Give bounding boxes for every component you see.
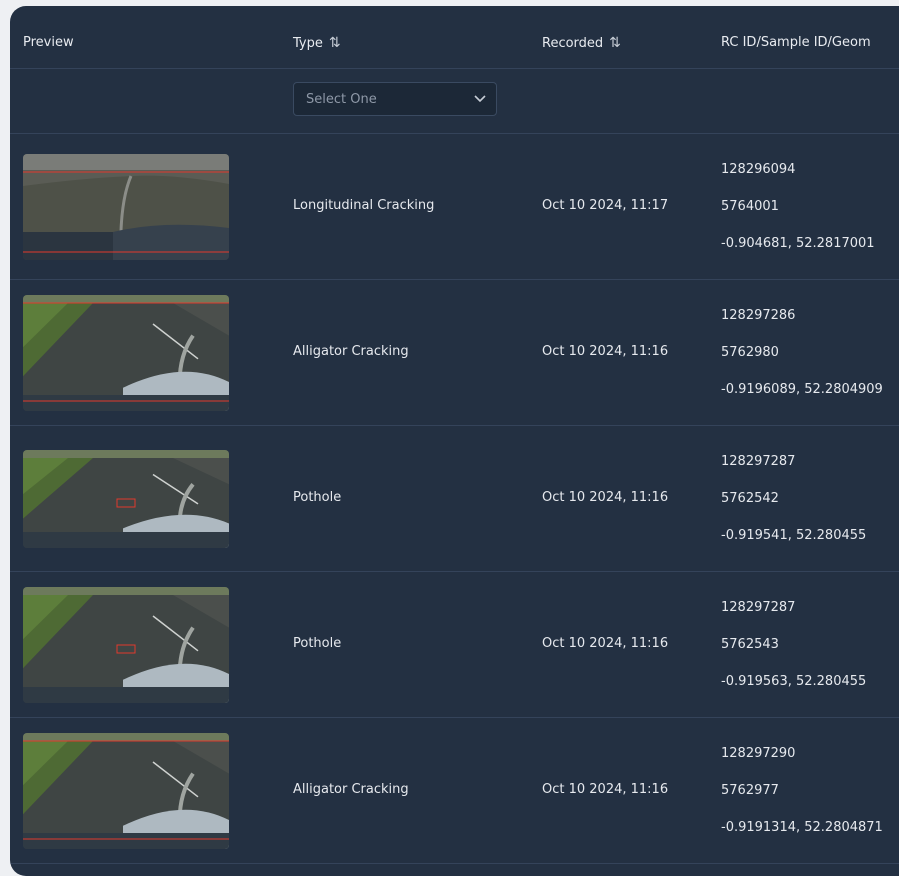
sample-id: 5762542 bbox=[721, 491, 779, 506]
sample-id: 5764001 bbox=[721, 199, 779, 214]
preview-thumbnail[interactable] bbox=[23, 295, 229, 411]
rc-id: 128297290 bbox=[721, 746, 796, 761]
table-row[interactable]: Longitudinal Cracking Oct 10 2024, 11:17 1… bbox=[10, 134, 899, 280]
sample-id: 5762977 bbox=[721, 783, 779, 798]
geom: -0.919563, 52.280455 bbox=[721, 674, 867, 689]
detections-table: Preview Type ⇅ Recorded ⇅ RC ID/Sample ID/… bbox=[10, 6, 899, 876]
id-block: 128297287 5762543 -0.919563, 52.280455 bbox=[721, 589, 866, 700]
column-header-preview: Preview bbox=[23, 35, 74, 50]
column-header-recorded[interactable]: Recorded ⇅ bbox=[542, 6, 621, 68]
rc-id: 128297286 bbox=[721, 308, 796, 323]
recorded-time: Oct 10 2024, 11:17 bbox=[542, 198, 669, 213]
rc-id: 128296094 bbox=[721, 162, 796, 177]
recorded-time: Oct 10 2024, 11:16 bbox=[542, 636, 669, 651]
rc-id: 128297287 bbox=[721, 600, 796, 615]
defect-type: Pothole bbox=[293, 490, 342, 505]
table-row[interactable]: Pothole Oct 10 2024, 11:16 128297287 576254… bbox=[10, 426, 899, 572]
preview-thumbnail[interactable] bbox=[23, 154, 229, 260]
type-filter-placeholder: Select One bbox=[306, 92, 377, 107]
geom: -0.9191314, 52.2804871 bbox=[721, 820, 883, 835]
recorded-time: Oct 10 2024, 11:16 bbox=[542, 782, 669, 797]
rc-id: 128297287 bbox=[721, 454, 796, 469]
column-header-ids: RC ID/Sample ID/Geom bbox=[721, 35, 871, 50]
defect-type: Alligator Cracking bbox=[293, 344, 409, 359]
preview-thumbnail[interactable] bbox=[23, 733, 229, 849]
sort-icon[interactable]: ⇅ bbox=[609, 35, 621, 51]
recorded-time: Oct 10 2024, 11:16 bbox=[542, 344, 669, 359]
type-filter-select[interactable]: Select One bbox=[293, 82, 497, 116]
geom: -0.904681, 52.2817001 bbox=[721, 236, 875, 251]
defect-type: Alligator Cracking bbox=[293, 782, 409, 797]
id-block: 128296094 5764001 -0.904681, 52.2817001 bbox=[721, 151, 875, 262]
preview-thumbnail[interactable] bbox=[23, 450, 229, 548]
table-row[interactable]: Alligator Cracking Oct 10 2024, 11:16 1282… bbox=[10, 718, 899, 864]
chevron-down-icon bbox=[474, 95, 486, 103]
id-block: 128297287 5762542 -0.919541, 52.280455 bbox=[721, 443, 866, 554]
sample-id: 5762980 bbox=[721, 345, 779, 360]
defect-type: Longitudinal Cracking bbox=[293, 198, 435, 213]
table-header: Preview Type ⇅ Recorded ⇅ RC ID/Sample ID/… bbox=[10, 6, 899, 69]
table-row[interactable]: Pothole Oct 10 2024, 11:16 128297287 576254… bbox=[10, 572, 899, 718]
id-block: 128297286 5762980 -0.9196089, 52.2804909 bbox=[721, 297, 883, 408]
geom: -0.919541, 52.280455 bbox=[721, 528, 867, 543]
geom: -0.9196089, 52.2804909 bbox=[721, 382, 883, 397]
filter-row: Select One bbox=[10, 68, 899, 134]
id-block: 128297290 5762977 -0.9191314, 52.2804871 bbox=[721, 735, 883, 846]
sort-icon[interactable]: ⇅ bbox=[329, 35, 341, 51]
table-row[interactable]: Alligator Cracking Oct 10 2024, 11:16 1282… bbox=[10, 280, 899, 426]
recorded-time: Oct 10 2024, 11:16 bbox=[542, 490, 669, 505]
defect-type: Pothole bbox=[293, 636, 342, 651]
column-header-type[interactable]: Type ⇅ bbox=[293, 6, 341, 68]
sample-id: 5762543 bbox=[721, 637, 779, 652]
preview-thumbnail[interactable] bbox=[23, 587, 229, 703]
